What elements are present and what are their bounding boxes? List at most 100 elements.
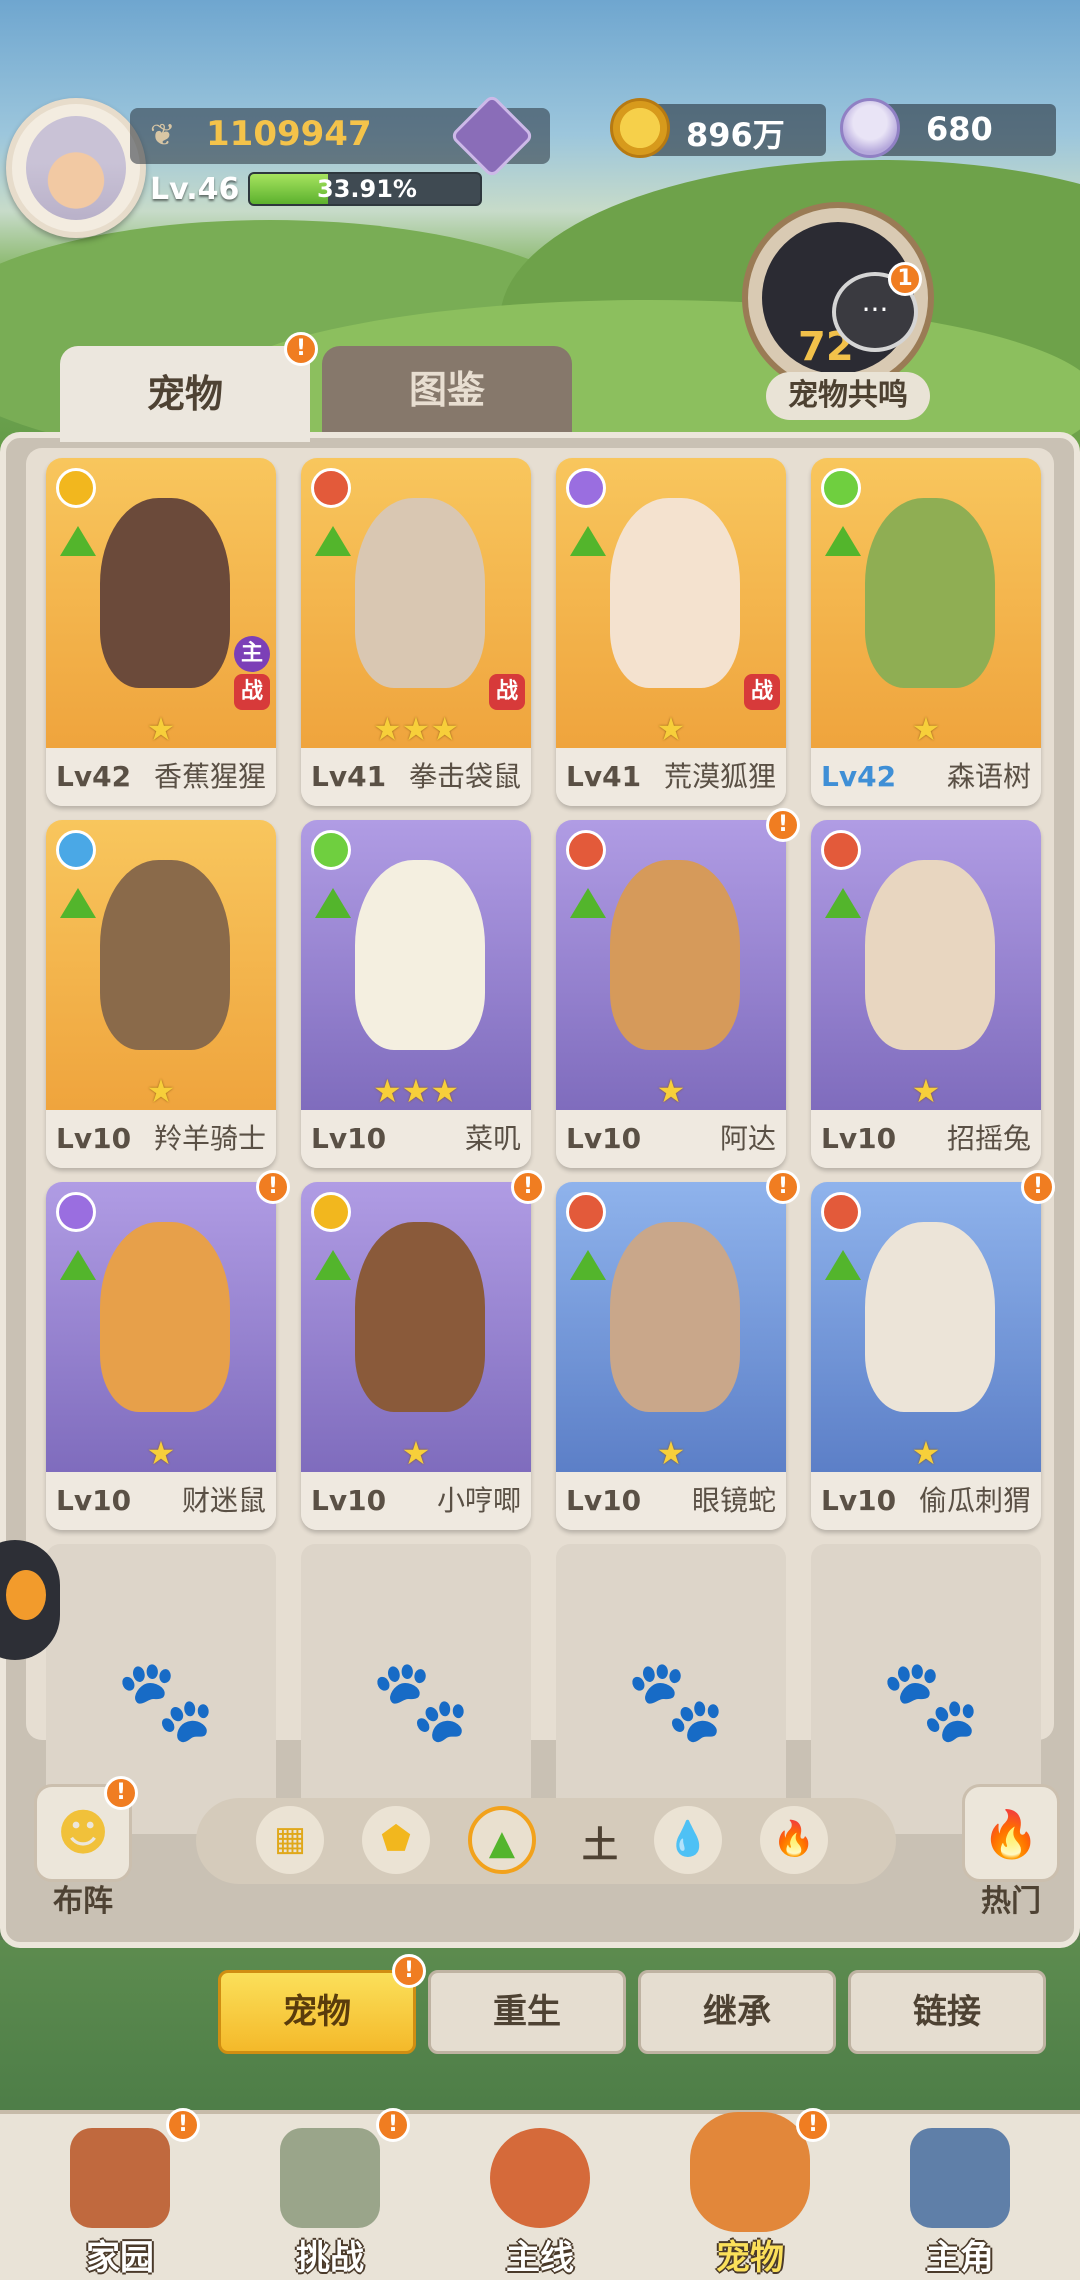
pet-portrait [100,860,230,1050]
element-icon [566,830,606,870]
pet-name: 拳击袋鼠 [408,760,521,793]
pet-art: ★ [811,820,1041,1110]
pet-name: 菜叽 [464,1122,521,1155]
grid-icon[interactable]: ▦ [256,1806,324,1874]
pet-alert-badge: ! [256,1170,290,1204]
pet-card[interactable]: ★★★ Lv10 菜叽 [301,820,531,1168]
shell-value: 680 [926,110,993,148]
pet-art: ★ 主战 [46,458,276,748]
xp-bar: 33.91% [248,172,482,206]
player-avatar[interactable] [6,98,146,238]
fire-filter-icon[interactable]: 🔥 [760,1806,828,1874]
pet-card[interactable]: ★ Lv10 招摇兔 [811,820,1041,1168]
sun-emblem-icon [490,2128,590,2228]
nav-hero[interactable]: 主角 [870,2118,1050,2280]
hot-button[interactable]: 🔥 [962,1784,1060,1882]
pet-level: Lv10 [566,1484,642,1517]
pet-portrait [610,1222,740,1412]
element-icon [311,1192,351,1232]
pet-level: Lv10 [56,1122,132,1155]
earth-type-icon [570,1250,606,1280]
coin-counter[interactable]: 896万 [610,98,826,158]
pet-portrait [865,860,995,1050]
pet-art: ★ [46,820,276,1110]
pet-card[interactable]: ★ Lv10 阿达 [556,820,786,1168]
earth-type-icon [315,1250,351,1280]
water-filter-icon[interactable]: 💧 [654,1806,722,1874]
subtab-rebirth[interactable]: 重生 [428,1970,626,2054]
pet-card[interactable]: ★ 主战 Lv42 香蕉猩猩 [46,458,276,806]
pet-portrait [355,498,485,688]
pet-portrait [610,498,740,688]
pet-grid: ★ 主战 Lv42 香蕉猩猩 ★★★ 战 Lv41 拳击袋鼠 ★ 战 Lv41 荒漠狐… [26,448,1055,1834]
pet-art: ★ [556,820,786,1110]
pet-art: ★ [46,1182,276,1472]
side-pet-shortcut[interactable] [0,1540,60,1660]
element-icon [311,830,351,870]
coin-value: 896万 [686,116,785,154]
pet-dragon-icon [690,2112,810,2232]
shell-counter[interactable]: 680 [840,98,1056,158]
pet-card[interactable]: ★ Lv10 财迷鼠 [46,1182,276,1530]
nav-home-label: 家园 [86,2238,154,2278]
nav-pets-badge: ! [796,2108,830,2142]
pet-stars: ★★★ [372,710,460,748]
subtab-inherit[interactable]: 继承 [638,1970,836,2054]
pet-level: Lv10 [566,1122,642,1155]
pet-name: 阿达 [719,1122,776,1155]
pet-name: 羚羊骑士 [153,1122,266,1155]
pet-stars: ★ [656,1434,686,1472]
earth-type-icon [570,888,606,918]
pet-name: 财迷鼠 [181,1484,266,1517]
pet-level: Lv41 [566,760,642,793]
pet-name: 香蕉猩猩 [153,760,266,793]
pet-stars: ★ [656,710,686,748]
element-icon [56,1192,96,1232]
nav-main[interactable]: 主线 [450,2118,630,2280]
formation-badge: ! [104,1776,138,1810]
pet-card[interactable]: ★ Lv42 森语树 [811,458,1041,806]
resonance-badge: 1 [888,262,922,296]
main-tag: 主 [234,636,270,672]
earth-type-icon [315,888,351,918]
pet-card[interactable]: ★ Lv10 羚羊骑士 [46,820,276,1168]
subtab-link[interactable]: 链接 [848,1970,1046,2054]
earth-type-icon [825,1250,861,1280]
pet-card[interactable]: ★ Lv10 小哼唧 [301,1182,531,1530]
pet-portrait [100,498,230,688]
nav-home[interactable]: 家园 [30,2118,210,2280]
tab-pets[interactable]: 宠物 [60,346,310,442]
pet-card[interactable]: ★ 战 Lv41 荒漠狐狸 [556,458,786,806]
paw-print-icon: 🐾 [116,1654,216,1747]
pet-level: Lv10 [821,1484,897,1517]
pet-art: ★ [556,1182,786,1472]
pet-card[interactable]: ★ Lv10 眼镜蛇 [556,1182,786,1530]
subtab-pets[interactable]: 宠物 [218,1970,416,2054]
flame-icon: 🔥 [982,1807,1040,1861]
power-bar: ❦ 1109947 [130,93,550,179]
tab-collection[interactable]: 图鉴 [322,346,572,434]
team-icon: ☻ [56,1804,110,1862]
pet-stars: ★ [656,1072,686,1110]
paw-print-icon: 🐾 [881,1654,981,1747]
shield-filter-icon[interactable]: ⬟ [362,1806,430,1874]
element-icon [56,468,96,508]
pet-resonance-button[interactable]: 72 ··· 1 宠物共鸣 [728,196,958,426]
xp-percent: 33.91% [317,175,417,203]
element-icon [566,1192,606,1232]
pet-alert-badge: ! [1021,1170,1055,1204]
nav-challenge[interactable]: 挑战 [240,2118,420,2280]
pet-name: 森语树 [946,760,1031,793]
pet-card[interactable]: ★ Lv10 偷瓜刺猬 [811,1182,1041,1530]
pet-portrait [865,498,995,688]
earth-filter-icon[interactable]: ▲ [468,1806,536,1874]
element-icon [821,468,861,508]
pet-level: Lv41 [311,760,387,793]
nav-home-badge: ! [166,2108,200,2142]
pet-card[interactable]: ★★★ 战 Lv41 拳击袋鼠 [301,458,531,806]
nav-pets[interactable]: 宠物 [660,2112,840,2280]
empty-pet-slot: 🐾 [301,1544,531,1834]
pet-art: ★ 战 [556,458,786,748]
pet-level: Lv10 [56,1484,132,1517]
nav-challenge-badge: ! [376,2108,410,2142]
